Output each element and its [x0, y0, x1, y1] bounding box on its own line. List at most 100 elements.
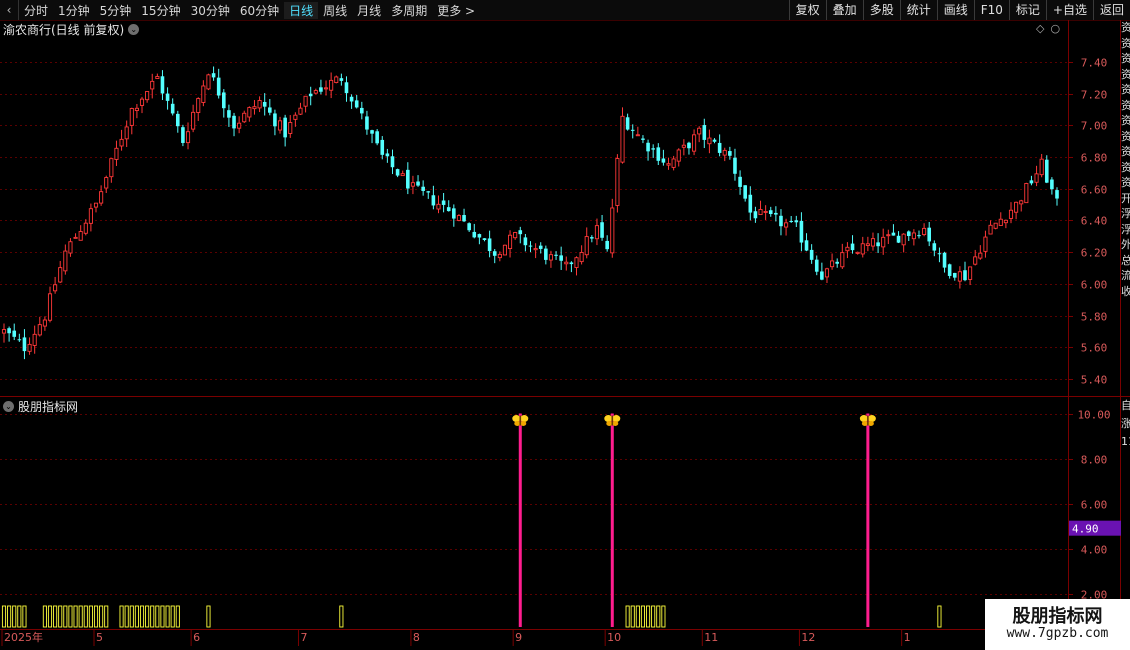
candle-down — [380, 139, 385, 155]
candle-down — [538, 245, 543, 249]
x-axis-label: 2025年 — [4, 630, 43, 644]
candle-up — [27, 343, 32, 352]
candle-down — [804, 240, 809, 251]
candle-up — [1003, 219, 1008, 224]
candle-down — [339, 78, 344, 81]
signal-bar — [145, 605, 150, 628]
signal-bar — [937, 605, 942, 628]
candle-down — [630, 129, 635, 131]
candle-up — [124, 126, 129, 140]
candle-up — [911, 232, 916, 240]
candle-down — [738, 176, 742, 187]
candle-up — [247, 107, 252, 118]
signal-bar — [661, 605, 666, 628]
candle-down — [687, 142, 691, 149]
candle-up — [548, 254, 553, 261]
dropdown-icon[interactable]: ⌄ — [3, 401, 14, 412]
candle-up — [564, 261, 569, 265]
indicator-axis-label: 10.00 — [1077, 409, 1110, 422]
candle-up — [99, 191, 104, 204]
watermark-logo: 股朋指标网 www.7gpzb.com — [985, 599, 1130, 650]
candle-up — [998, 218, 1003, 226]
candle-up — [845, 246, 850, 252]
candle-up — [574, 257, 579, 268]
signal-bar — [63, 605, 68, 628]
candle-down — [354, 100, 359, 108]
butterfly-icon — [512, 415, 529, 427]
candle-down — [406, 169, 410, 189]
candle-down — [605, 240, 609, 250]
candle-down — [814, 259, 819, 272]
candle-up — [109, 158, 114, 178]
candle-down — [273, 113, 277, 127]
indicator-title: ⌄ 股朋指标网 — [3, 398, 78, 415]
candle-down — [891, 232, 896, 236]
candle-up — [288, 122, 293, 134]
candle-down — [308, 93, 313, 97]
candle-down — [544, 248, 548, 260]
candle-up — [978, 252, 983, 259]
signal-bar — [129, 605, 134, 628]
candle-down — [7, 328, 11, 334]
candle-up — [114, 147, 119, 160]
signal-bar — [119, 605, 124, 628]
candle-down — [452, 208, 456, 219]
candle-up — [78, 231, 83, 241]
candle-down — [262, 101, 267, 107]
butterfly-icon — [859, 415, 876, 427]
candle-up — [323, 87, 329, 90]
candle-up — [830, 260, 835, 268]
candle-down — [702, 125, 707, 140]
candle-up — [206, 74, 211, 90]
candle-up — [681, 144, 686, 148]
candle-down — [743, 185, 747, 199]
x-axis-label: 7 — [300, 631, 307, 644]
signal-bar — [160, 605, 165, 628]
candle-down — [12, 330, 17, 337]
signal-bar — [339, 605, 344, 628]
signal-bar — [7, 605, 12, 628]
chart-canvas[interactable]: 7.40 7.20 7.00 6.80 6.60 6.40 6.20 6.00 5.80 5.60… — [0, 0, 1130, 650]
x-axis-label: 6 — [193, 631, 200, 644]
x-axis-label: 10 — [607, 631, 621, 644]
candle-down — [344, 82, 349, 94]
signal-bar — [12, 605, 17, 628]
candle-down — [820, 271, 824, 280]
candle-down — [794, 220, 799, 223]
candle-up — [63, 250, 68, 272]
candle-up — [620, 115, 625, 163]
candle-up — [456, 215, 461, 221]
candle-down — [799, 220, 804, 243]
candle-up — [58, 267, 63, 283]
candle-up — [707, 137, 712, 145]
candle-up — [303, 95, 308, 107]
price-axis-label: 6.60 — [1081, 184, 1108, 197]
signal-bar — [175, 605, 180, 628]
candle-up — [722, 149, 727, 156]
candle-up — [237, 122, 242, 129]
signal-bar — [88, 605, 93, 628]
candle-up — [635, 134, 640, 137]
butterfly-icon — [604, 415, 621, 427]
candle-down — [160, 76, 165, 94]
candle-down — [22, 337, 27, 352]
candle-down — [482, 238, 487, 241]
candle-down — [835, 261, 839, 264]
candle-up — [436, 203, 441, 210]
candle-down — [809, 249, 814, 260]
candle-up — [32, 333, 37, 346]
candle-down — [170, 103, 175, 114]
candle-down — [268, 107, 272, 113]
signal-bar — [1, 605, 7, 628]
candle-up — [502, 244, 507, 256]
candle-up — [671, 158, 676, 168]
candle-down — [1050, 179, 1054, 190]
candle-up — [579, 251, 584, 263]
candle-up — [83, 222, 88, 234]
candle-up — [155, 76, 160, 79]
candle-down — [753, 211, 758, 219]
candle-down — [779, 215, 783, 227]
candle-down — [426, 191, 431, 193]
signal-bar — [206, 605, 211, 628]
candle-down — [952, 272, 957, 278]
